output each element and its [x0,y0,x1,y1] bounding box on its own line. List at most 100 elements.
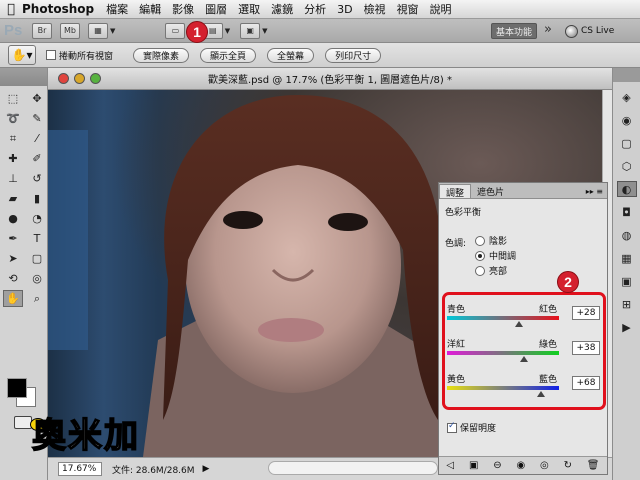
magenta-green-value[interactable]: +38 [572,341,600,355]
apple-icon[interactable]:  [0,2,22,17]
document-title-bar[interactable]: 歡美深藍.psd @ 17.7% (色彩平衡 1, 圖層遮色片/8) * [48,68,612,90]
menu-layer[interactable]: 圖層 [205,1,227,17]
path-select-tool-icon[interactable]: ➤ [3,250,23,267]
midtones-radio[interactable] [475,250,485,261]
tab-adjustments[interactable]: 調整 [439,184,472,199]
yellow-blue-value[interactable]: +68 [572,376,600,390]
menu-help[interactable]: 說明 [430,1,452,17]
paths-panel-icon[interactable]: ▢ [617,135,637,151]
hand-tool-icon[interactable]: ✋ [3,290,23,307]
tone-shadows-option[interactable]: 陰影 [475,234,507,247]
cyan-red-value[interactable]: +28 [572,306,600,320]
cyan-red-slider-thumb[interactable] [514,321,523,327]
clone-stamp-tool-icon[interactable]: ⊥ [3,170,23,187]
menu-edit[interactable]: 編輯 [139,1,161,17]
channels-panel-icon[interactable]: ◉ [617,112,637,128]
menu-view[interactable]: 檢視 [364,1,386,17]
styles-panel-icon[interactable]: ▣ [617,273,637,289]
zoom-tool-icon[interactable]: ⌕ [27,290,47,307]
menu-app-name[interactable]: Photoshop [22,2,94,16]
color-panel-icon[interactable]: ◍ [617,227,637,243]
3d-orbit-tool-icon[interactable]: ◎ [27,270,47,287]
screen-mode-icon[interactable]: ▣ [240,22,261,39]
toolbox-grip[interactable] [0,68,47,86]
view-extras-arrow-icon[interactable]: ▼ [110,27,115,35]
tone-midtones-option[interactable]: 中間調 [475,249,516,262]
highlights-radio[interactable] [475,265,485,276]
magenta-green-slider-track[interactable] [447,351,559,355]
menu-analysis[interactable]: 分析 [304,1,326,17]
screen-mode-arrow-icon[interactable]: ▼ [262,27,267,35]
history-brush-tool-icon[interactable]: ↺ [27,170,47,187]
dodge-tool-icon[interactable]: ◔ [27,210,47,227]
actions-panel-icon[interactable]: ▶ [617,319,637,335]
move-tool-icon[interactable]: ✥ [27,90,47,107]
preserve-luminosity-option[interactable]: 保留明度 [447,421,496,434]
status-menu-arrow-icon[interactable]: ▶ [203,464,210,474]
brush-tool-icon[interactable]: ✐ [27,150,47,167]
preserve-luminosity-checkbox[interactable] [447,421,457,433]
menu-file[interactable]: 檔案 [106,1,128,17]
hand-tool-preset-icon[interactable]: ✋▾ [8,45,36,65]
shadows-radio[interactable] [475,235,485,246]
marquee-tool-icon[interactable]: ⬚ [3,90,23,107]
scroll-all-windows-option[interactable]: 捲動所有視窗 [46,49,113,62]
layers-panel-icon[interactable]: ◈ [617,89,637,105]
swatches-panel-icon[interactable]: ▦ [617,250,637,266]
clip-to-layer-icon[interactable]: ⊖ [493,460,501,471]
reset-icon[interactable]: ↻ [564,460,572,471]
fill-screen-button[interactable]: 全螢幕 [267,47,315,63]
eyedropper-tool-icon[interactable]: ⁄ [27,130,47,147]
mini-bridge-button[interactable]: Mb [60,22,80,39]
lasso-tool-icon[interactable]: ➰ [3,110,23,127]
magenta-green-slider-thumb[interactable] [520,356,529,362]
minimize-window-icon[interactable] [74,73,85,84]
crop-tool-icon[interactable]: ⌗ [3,130,23,147]
quick-select-tool-icon[interactable]: ✎ [27,110,47,127]
menu-filter[interactable]: 濾鏡 [271,1,293,17]
tab-masks[interactable]: 遮色片 [471,184,510,198]
history-panel-icon[interactable]: ⊞ [617,296,637,312]
blur-tool-icon[interactable]: ● [3,210,23,227]
masks-panel-icon[interactable]: ◘ [617,204,637,220]
yellow-blue-slider-track[interactable] [447,386,559,390]
foreground-color-swatch[interactable] [7,378,27,398]
panel-menu-icon[interactable]: ▸▸ ≡ [586,187,603,196]
yellow-blue-slider-thumb[interactable] [537,391,546,397]
menu-select[interactable]: 選取 [238,1,260,17]
eraser-tool-icon[interactable]: ▰ [3,190,23,207]
scroll-all-checkbox[interactable] [46,50,56,60]
menu-window[interactable]: 視窗 [397,1,419,17]
visibility-eye-icon[interactable]: ◉ [516,460,525,471]
zoom-level-icon[interactable]: ▭ [165,22,186,39]
shape-tool-icon[interactable]: ▢ [27,250,47,267]
adjustments-panel-icon[interactable]: ◐ [616,181,637,197]
close-window-icon[interactable] [58,73,69,84]
3d-panel-icon[interactable]: ⬡ [617,158,637,174]
pen-tool-icon[interactable]: ✒ [3,230,23,247]
delete-adjustment-icon[interactable]: 🗑 [587,460,600,471]
view-previous-icon[interactable]: ◎ [540,460,549,471]
tone-highlights-option[interactable]: 亮部 [475,264,507,277]
fit-screen-button[interactable]: 顯示全頁 [200,47,257,63]
more-workspaces-icon[interactable]: » [544,22,552,37]
type-tool-icon[interactable]: T [27,230,47,247]
menu-3d[interactable]: 3D [337,3,352,16]
expand-view-icon[interactable]: ▣ [469,460,478,471]
cs-live-button[interactable]: CS Live [565,22,614,40]
view-extras-icon[interactable]: ▦ [88,22,108,39]
print-size-button[interactable]: 列印尺寸 [325,47,382,63]
horizontal-scrollbar[interactable] [268,461,438,475]
return-to-list-icon[interactable]: ◁ [446,460,454,471]
document-info[interactable]: 文件: 28.6M/28.6M [112,463,195,476]
zoom-window-icon[interactable] [90,73,101,84]
dock-grip[interactable] [613,68,640,82]
healing-brush-tool-icon[interactable]: ✚ [3,150,23,167]
actual-pixels-button[interactable]: 實際像素 [133,47,190,63]
3d-rotate-tool-icon[interactable]: ⟲ [3,270,23,287]
cyan-red-slider-track[interactable] [447,316,559,320]
workspace-button[interactable]: 基本功能 [491,23,537,39]
menu-image[interactable]: 影像 [172,1,194,17]
arrange-documents-arrow-icon[interactable]: ▼ [225,27,230,35]
gradient-tool-icon[interactable]: ▮ [27,190,47,207]
